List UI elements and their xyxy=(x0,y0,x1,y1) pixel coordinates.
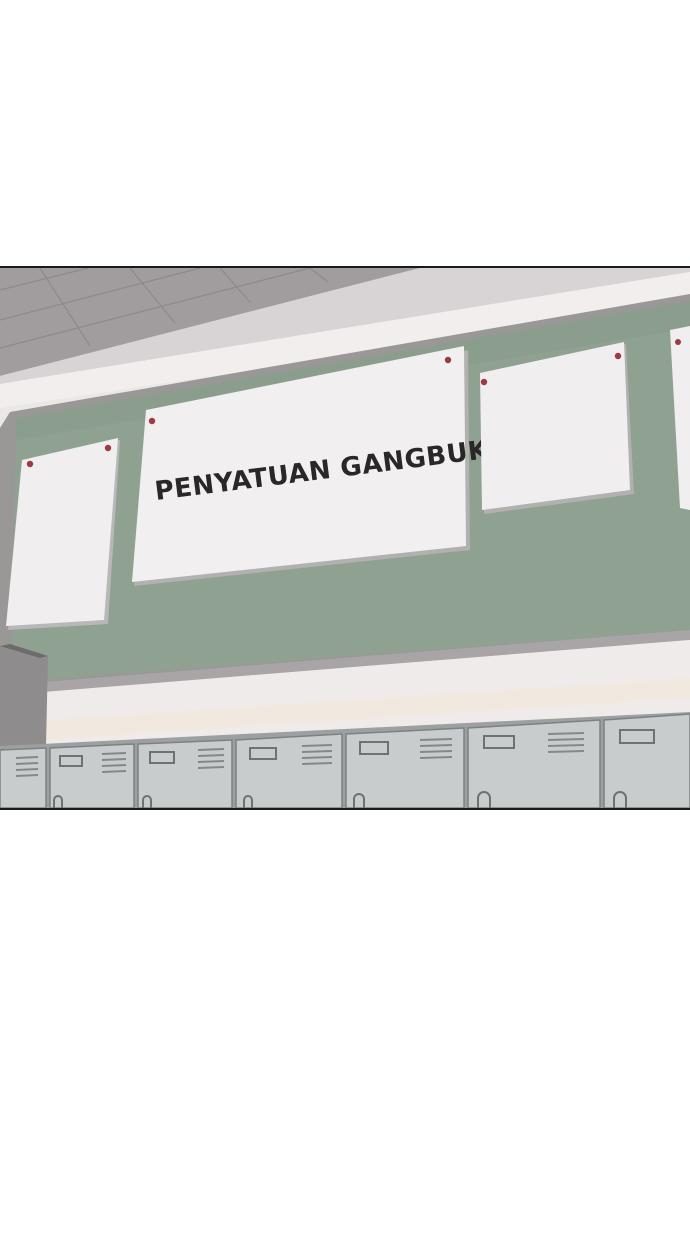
pin-icon xyxy=(480,378,488,386)
pin-icon xyxy=(148,417,156,425)
paper-left xyxy=(6,438,120,630)
locker xyxy=(49,743,135,808)
pin-icon xyxy=(614,352,622,360)
school-hallway-illustration: PENYATUAN GANGBUK xyxy=(0,268,690,808)
comic-panel: PENYATUAN GANGBUK xyxy=(0,266,690,810)
pin-icon xyxy=(444,356,452,364)
comic-page: PENYATUAN GANGBUK xyxy=(0,0,690,1240)
locker xyxy=(345,727,465,808)
locker xyxy=(467,719,601,808)
locker xyxy=(603,713,690,808)
pin-icon xyxy=(26,460,34,468)
pin-icon xyxy=(104,444,112,452)
locker xyxy=(0,747,47,808)
locker xyxy=(137,739,233,808)
pin-icon xyxy=(675,339,681,345)
wall-box xyxy=(0,644,48,746)
locker xyxy=(235,733,343,808)
